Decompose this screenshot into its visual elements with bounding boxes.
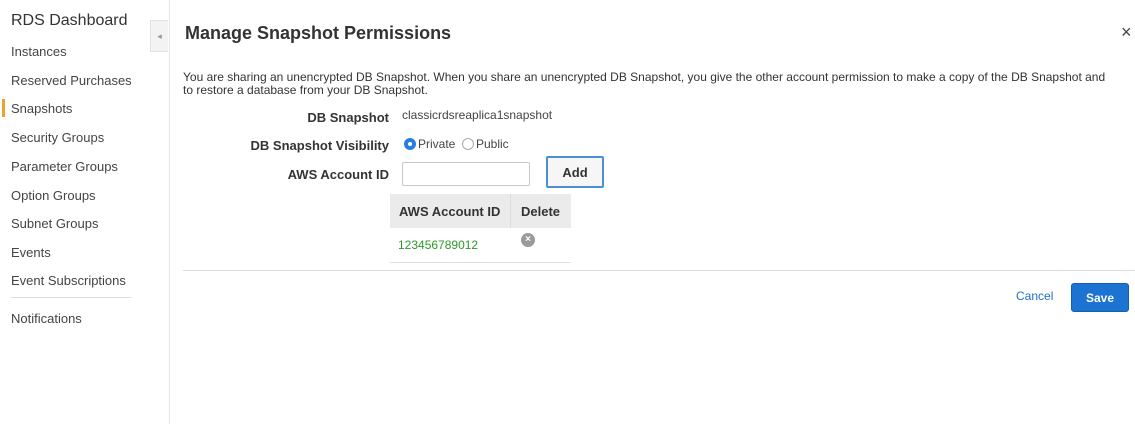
sidebar-item-option-groups[interactable]: Option Groups — [11, 188, 96, 203]
account-table: AWS Account ID Delete 123456789012 × — [390, 194, 571, 263]
sidebar-item-subnet-groups[interactable]: Subnet Groups — [11, 216, 98, 231]
public-radio[interactable] — [462, 138, 474, 150]
sidebar: RDS Dashboard Instances Reserved Purchas… — [0, 0, 170, 424]
db-snapshot-value: classicrdsreaplica1snapshot — [402, 108, 553, 122]
sidebar-divider — [11, 297, 131, 298]
table-header: AWS Account ID Delete — [390, 194, 571, 228]
cancel-button[interactable]: Cancel — [1016, 289, 1053, 303]
account-id-input[interactable] — [402, 162, 530, 186]
public-radio-label[interactable]: Public — [476, 137, 509, 151]
save-button[interactable]: Save — [1071, 283, 1129, 312]
column-header-account-id: AWS Account ID — [399, 204, 501, 219]
add-button[interactable]: Add — [546, 156, 604, 188]
db-snapshot-label: DB Snapshot — [307, 110, 389, 125]
sidebar-item-events[interactable]: Events — [11, 245, 51, 260]
close-icon[interactable]: × — [1121, 22, 1132, 42]
sidebar-item-instances[interactable]: Instances — [11, 44, 67, 59]
account-id-label: AWS Account ID — [287, 167, 389, 182]
collapse-sidebar-icon[interactable]: ◂ — [150, 20, 168, 52]
sidebar-item-notifications[interactable]: Notifications — [11, 311, 82, 326]
visibility-label: DB Snapshot Visibility — [250, 138, 389, 153]
private-radio[interactable] — [404, 138, 416, 150]
sidebar-title[interactable]: RDS Dashboard — [11, 12, 128, 30]
row-divider — [390, 262, 571, 263]
column-header-delete: Delete — [521, 204, 561, 219]
sidebar-item-snapshots[interactable]: Snapshots — [1, 99, 72, 117]
table-row-account-id: 123456789012 — [398, 238, 479, 252]
footer-divider — [183, 270, 1135, 271]
modal-title: Manage Snapshot Permissions — [185, 23, 452, 43]
sidebar-item-security-groups[interactable]: Security Groups — [11, 130, 104, 145]
private-radio-label[interactable]: Private — [418, 137, 455, 151]
sidebar-item-event-subscriptions[interactable]: Event Subscriptions — [11, 273, 126, 288]
sidebar-item-parameter-groups[interactable]: Parameter Groups — [11, 159, 118, 174]
sidebar-item-reserved-purchases[interactable]: Reserved Purchases — [11, 73, 132, 88]
delete-icon[interactable]: × — [521, 233, 535, 247]
intro-text: You are sharing an unencrypted DB Snapsh… — [183, 70, 1106, 97]
column-separator — [510, 194, 511, 228]
